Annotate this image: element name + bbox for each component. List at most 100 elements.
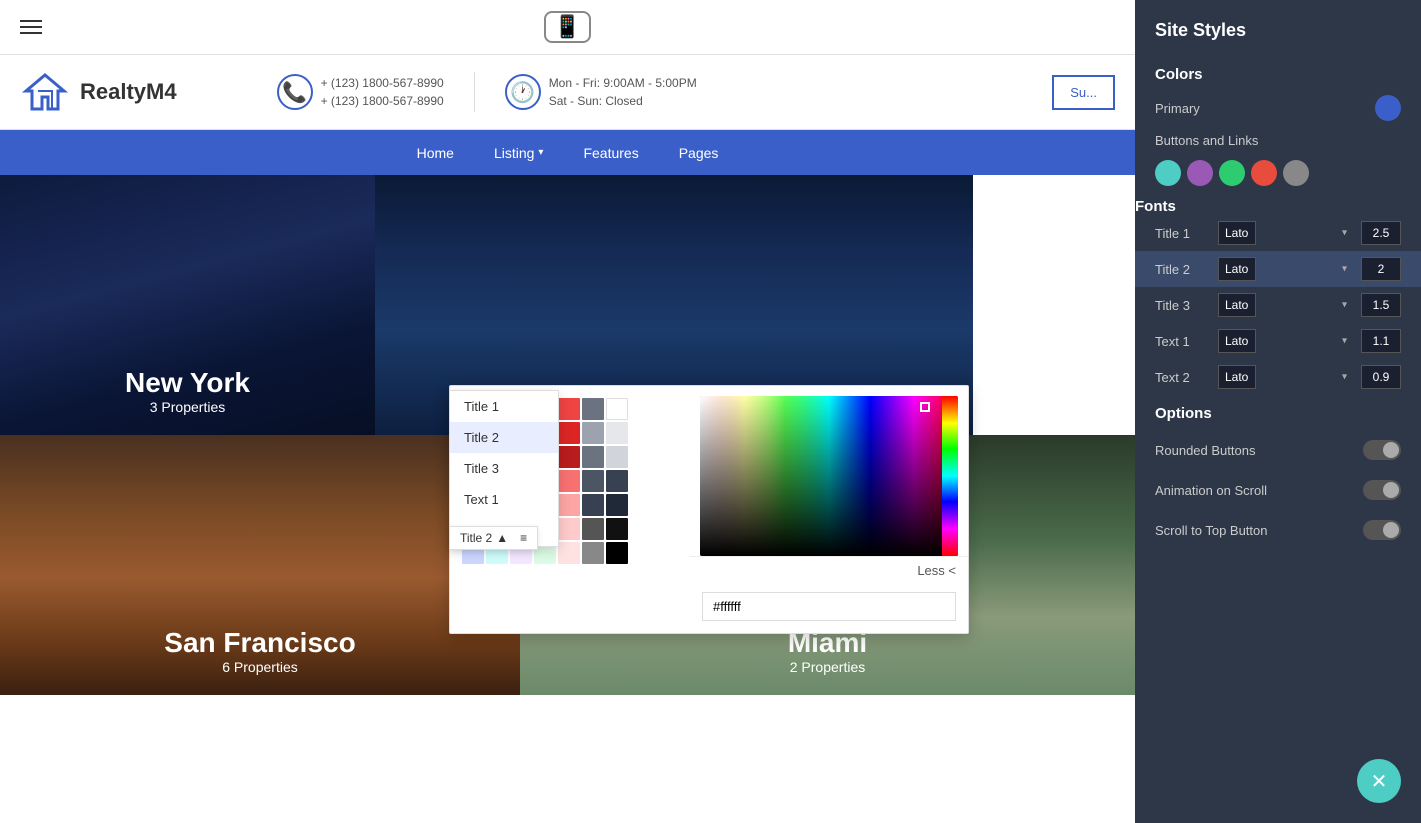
hours-contact: 🕐 Mon - Fri: 9:00AM - 5:00PM Sat - Sun: … — [505, 74, 697, 110]
swatch[interactable] — [558, 542, 580, 564]
spectrum-cursor[interactable] — [920, 402, 930, 412]
swatch[interactable] — [558, 518, 580, 540]
option-scroll-top: Scroll to Top Button — [1135, 510, 1421, 550]
font-type-dropdown[interactable]: Title 1 Title 2 Title 3 Text 1 Text 2 — [449, 390, 559, 547]
site-header: RealtyM4 📞 + (123) 1800-567-8990 + (123)… — [0, 55, 1135, 130]
swatch[interactable] — [558, 494, 580, 516]
animation-scroll-label: Animation on Scroll — [1155, 483, 1267, 498]
property-overlay-newyork: New York 3 Properties — [125, 367, 250, 415]
buttons-links-label: Buttons and Links — [1135, 129, 1421, 156]
subscribe-button[interactable]: Su... — [1052, 75, 1115, 110]
font-select-title3[interactable]: Lato — [1218, 293, 1256, 317]
phone-text: + (123) 1800-567-8990 + (123) 1800-567-8… — [321, 74, 444, 110]
font-row-label-title2: Title 2 — [1155, 262, 1210, 277]
nav-pages[interactable]: Pages — [679, 145, 719, 161]
font-dropdown-title1[interactable]: Title 1 — [450, 391, 558, 422]
swatch[interactable] — [606, 422, 628, 444]
font-select-title1-wrapper[interactable]: Lato — [1218, 221, 1353, 245]
less-button[interactable]: Less < — [690, 556, 968, 584]
color-dot-red[interactable] — [1251, 160, 1277, 186]
nav-features[interactable]: Features — [583, 145, 638, 161]
close-button[interactable]: ✕ — [1357, 759, 1401, 803]
title2-indicator[interactable]: Title 2 ▲ ≡ — [449, 526, 538, 550]
fonts-section-label: Fonts — [1135, 198, 1421, 215]
swatch[interactable] — [582, 542, 604, 564]
close-icon: ✕ — [1371, 769, 1388, 794]
swatch[interactable] — [606, 470, 628, 492]
option-animation-scroll: Animation on Scroll — [1135, 470, 1421, 510]
swatch-black[interactable] — [606, 542, 628, 564]
format-icon[interactable]: ≡ — [520, 531, 527, 545]
nav-bar: Home Listing ▾ Features Pages — [0, 130, 1135, 175]
font-dropdown-title3[interactable]: Title 3 — [450, 453, 558, 484]
color-dot-teal[interactable] — [1155, 160, 1181, 186]
font-select-title2-wrapper[interactable]: Lato — [1218, 257, 1353, 281]
swatch[interactable] — [558, 398, 580, 420]
option-rounded-buttons: Rounded Buttons — [1135, 430, 1421, 470]
font-size-title2[interactable] — [1361, 257, 1401, 281]
font-select-text2[interactable]: Lato — [1218, 365, 1256, 389]
swatch[interactable] — [606, 446, 628, 468]
font-select-text1[interactable]: Lato — [1218, 329, 1256, 353]
primary-color-row: Primary — [1135, 91, 1421, 129]
font-row-text1: Text 1 Lato — [1135, 323, 1421, 359]
logo-area: RealtyM4 — [20, 67, 177, 117]
toolbar: 📱 — [0, 0, 1135, 55]
font-row-label-title1: Title 1 — [1155, 226, 1210, 241]
chevron-down-icon: ▾ — [538, 147, 543, 158]
color-dot-purple[interactable] — [1187, 160, 1213, 186]
font-size-text1[interactable] — [1361, 329, 1401, 353]
font-dropdown-title2[interactable]: Title 2 — [450, 422, 558, 453]
swatch[interactable] — [582, 446, 604, 468]
swatch-white[interactable] — [606, 398, 628, 420]
swatch[interactable] — [582, 518, 604, 540]
hours-text: Mon - Fri: 9:00AM - 5:00PM Sat - Sun: Cl… — [549, 74, 697, 110]
swatch[interactable] — [582, 494, 604, 516]
device-preview-icon[interactable]: 📱 — [544, 11, 591, 43]
property-card-sf[interactable]: San Francisco 6 Properties — [0, 435, 520, 695]
primary-label: Primary — [1155, 101, 1200, 116]
phone-contact: 📞 + (123) 1800-567-8990 + (123) 1800-567… — [277, 74, 444, 110]
font-row-label-text2: Text 2 — [1155, 370, 1210, 385]
font-size-text2[interactable] — [1361, 365, 1401, 389]
hex-input-area[interactable] — [702, 592, 956, 621]
nav-listing[interactable]: Listing ▾ — [494, 145, 544, 161]
font-size-title1[interactable] — [1361, 221, 1401, 245]
font-row-title3: Title 3 Lato — [1135, 287, 1421, 323]
property-overlay-miami: Miami 2 Properties — [788, 627, 867, 675]
swatch[interactable] — [606, 494, 628, 516]
primary-color-swatch[interactable] — [1375, 95, 1401, 121]
font-select-title1[interactable]: Lato — [1218, 221, 1256, 245]
font-row-title2: Title 2 Lato — [1135, 251, 1421, 287]
font-select-text1-wrapper[interactable]: Lato — [1218, 329, 1353, 353]
clock-icon: 🕐 — [505, 74, 541, 110]
font-select-text2-wrapper[interactable]: Lato — [1218, 365, 1353, 389]
phone-icon: 📞 — [277, 74, 313, 110]
font-dropdown-text1[interactable]: Text 1 — [450, 484, 558, 515]
rounded-buttons-label: Rounded Buttons — [1155, 443, 1255, 458]
hamburger-menu[interactable] — [20, 20, 42, 34]
color-dot-green[interactable] — [1219, 160, 1245, 186]
color-spectrum-area[interactable]: Less < — [690, 386, 968, 633]
font-row-title1: Title 1 Lato — [1135, 215, 1421, 251]
swatch[interactable] — [558, 470, 580, 492]
swatch[interactable] — [606, 518, 628, 540]
font-select-title3-wrapper[interactable]: Lato — [1218, 293, 1353, 317]
swatch[interactable] — [558, 422, 580, 444]
hex-color-input[interactable] — [702, 592, 956, 621]
nav-home[interactable]: Home — [417, 145, 454, 161]
animation-scroll-toggle[interactable] — [1363, 480, 1401, 500]
hue-slider[interactable] — [942, 396, 958, 556]
rounded-buttons-toggle[interactable] — [1363, 440, 1401, 460]
chevron-up-icon: ▲ — [496, 531, 508, 545]
swatch[interactable] — [582, 398, 604, 420]
color-dot-gray[interactable] — [1283, 160, 1309, 186]
swatch[interactable] — [582, 470, 604, 492]
scroll-top-toggle[interactable] — [1363, 520, 1401, 540]
font-size-title3[interactable] — [1361, 293, 1401, 317]
swatch[interactable] — [582, 422, 604, 444]
property-card-newyork[interactable]: New York 3 Properties — [0, 175, 375, 435]
swatch[interactable] — [558, 446, 580, 468]
logo-text: RealtyM4 — [80, 79, 177, 105]
font-select-title2[interactable]: Lato — [1218, 257, 1256, 281]
